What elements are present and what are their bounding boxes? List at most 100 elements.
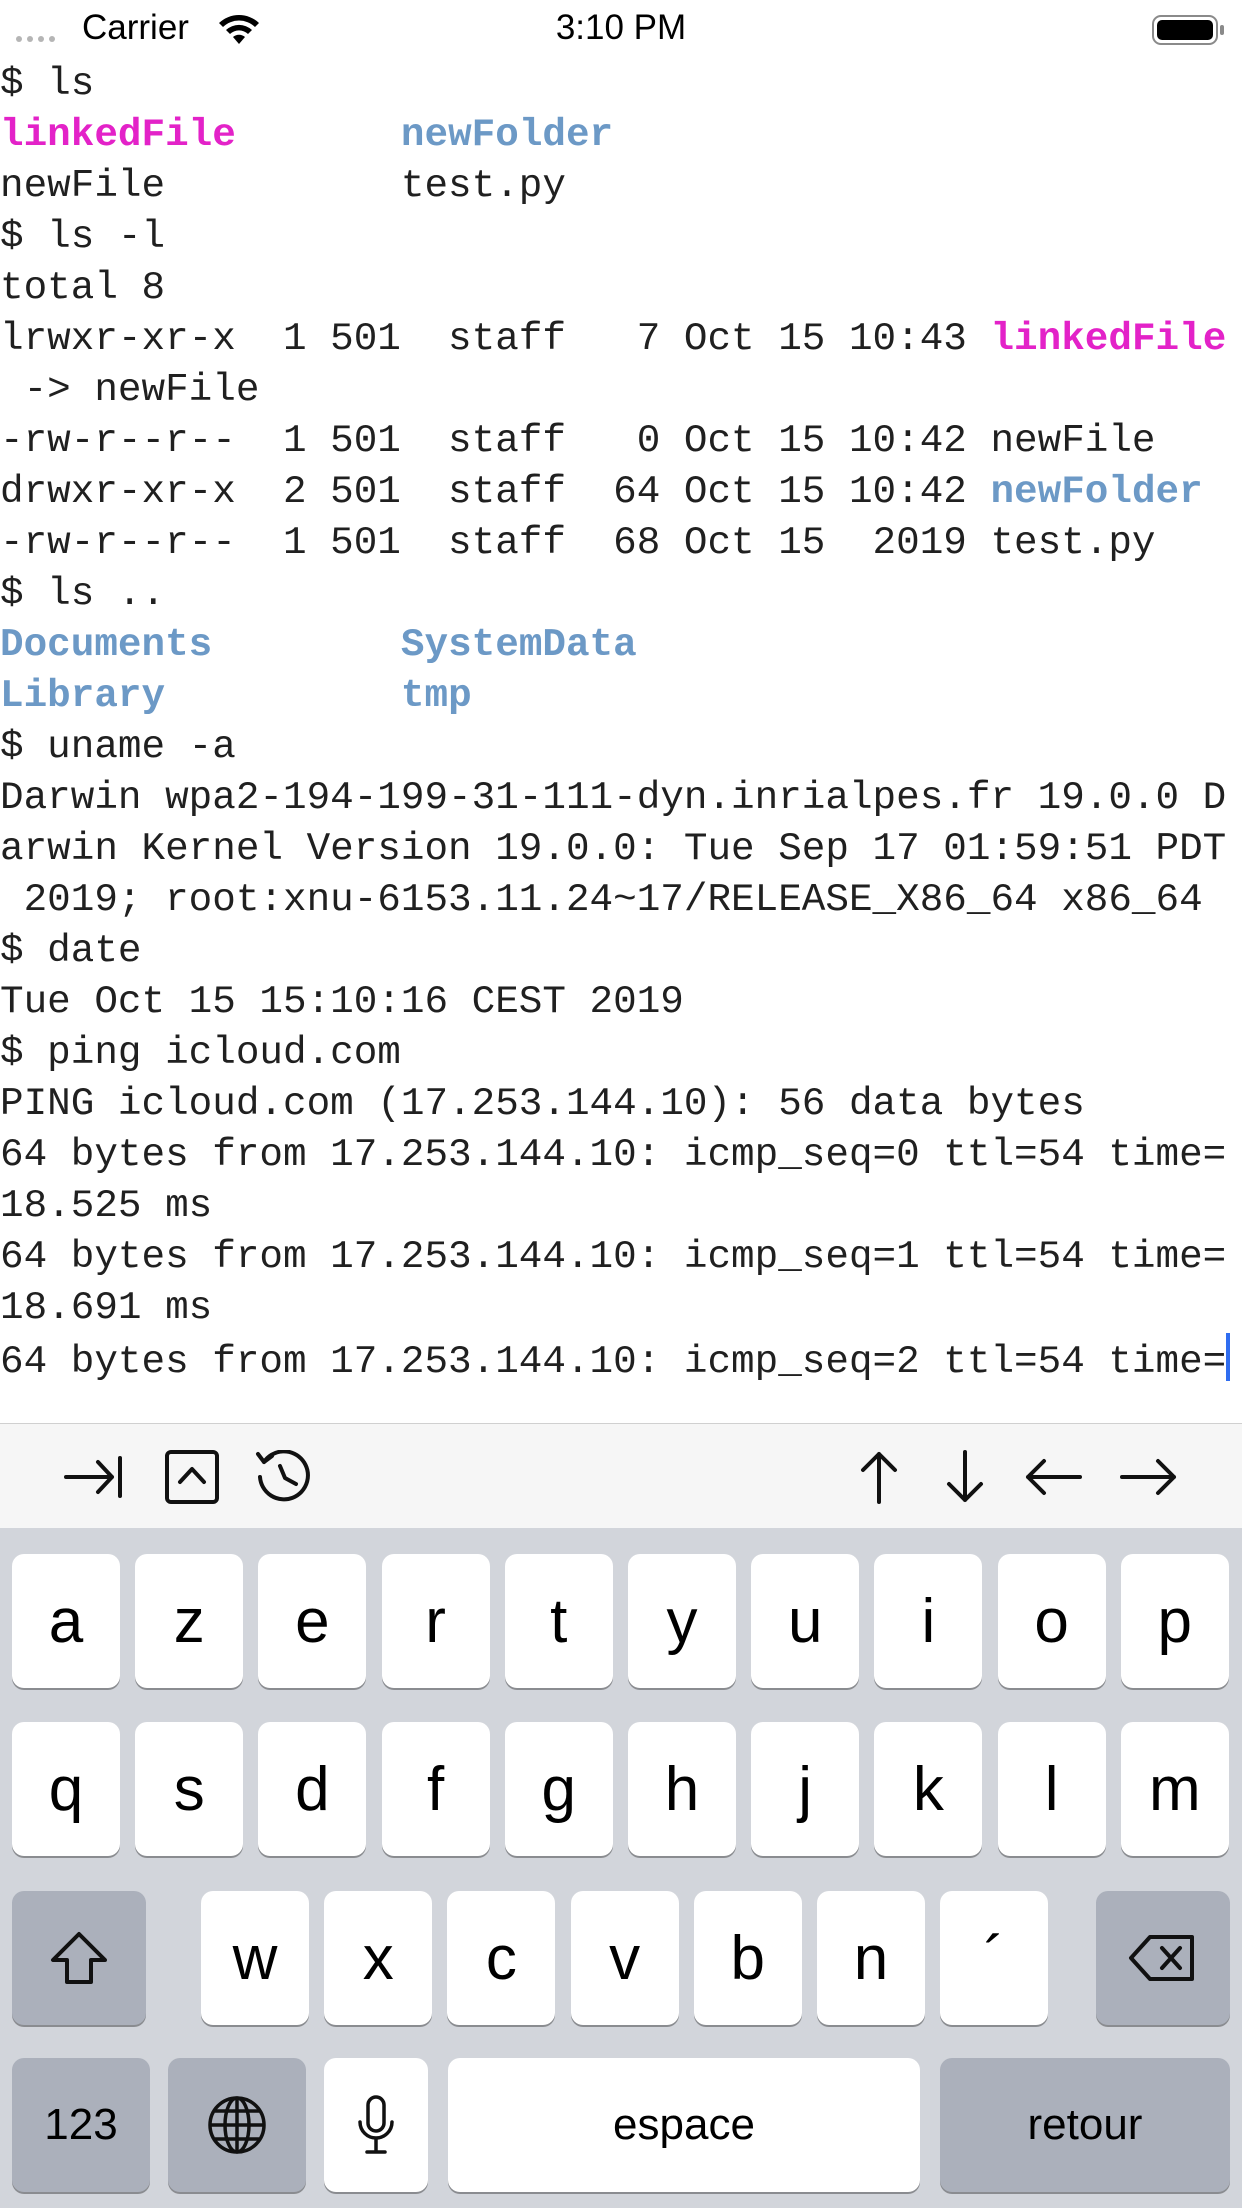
terminal-text: 64 bytes from 17.253.144.10: icmp_seq=0 … — [0, 1132, 1227, 1177]
keyboard: 123 espace retour azertyuiop qsdfghjklm wx… — [0, 1528, 1242, 2208]
terminal-line: -rw-r--r-- 1 501 staff 0 Oct 15 10:42 ne… — [0, 415, 1242, 466]
terminal-text: $ ls .. — [0, 571, 166, 616]
terminal-text: PING icloud.com (17.253.144.10): 56 data… — [0, 1081, 1085, 1126]
key-w[interactable]: w — [201, 1891, 309, 2025]
terminal-line: $ ls -l — [0, 211, 1242, 262]
terminal-text: 64 bytes from 17.253.144.10: icmp_seq=2 … — [0, 1339, 1227, 1384]
terminal-line: 2019; root:xnu-6153.11.24~17/RELEASE_X86… — [0, 874, 1242, 925]
arrow-right-icon[interactable] — [1118, 1450, 1178, 1504]
numbers-key[interactable]: 123 — [12, 2058, 150, 2192]
key-c[interactable]: c — [447, 1891, 556, 2025]
terminal-line: $ uname -a — [0, 721, 1242, 772]
key-k[interactable]: k — [874, 1722, 983, 1856]
terminal-text: Tue Oct 15 15:10:16 CEST 2019 — [0, 979, 684, 1024]
key-l[interactable]: l — [997, 1722, 1106, 1856]
key-z[interactable]: z — [135, 1554, 244, 1688]
terminal-text: 18.691 ms — [0, 1285, 213, 1330]
terminal-line: total 8 — [0, 262, 1242, 313]
terminal-line: $ ls .. — [0, 568, 1242, 619]
text-cursor — [1226, 1333, 1231, 1381]
terminal-text: total 8 — [0, 265, 166, 310]
key-a[interactable]: a — [12, 1554, 120, 1688]
key-d[interactable]: d — [258, 1722, 367, 1856]
terminal-text: $ uname -a — [0, 724, 236, 769]
directory-name: tmp — [400, 673, 472, 718]
key-h[interactable]: h — [628, 1722, 736, 1856]
terminal-text: Darwin wpa2-194-199-31-111-dyn.inrialpes… — [0, 775, 1227, 820]
terminal-text: $ date — [0, 928, 142, 973]
terminal-line: PING icloud.com (17.253.144.10): 56 data… — [0, 1078, 1242, 1129]
arrow-left-icon[interactable] — [1024, 1450, 1084, 1504]
shift-key[interactable] — [12, 1891, 146, 2025]
terminal-line: 18.525 ms — [0, 1180, 1242, 1231]
key-n[interactable]: n — [817, 1891, 925, 2025]
key-j[interactable]: j — [751, 1722, 860, 1856]
terminal-line: $ ls — [0, 58, 1242, 109]
terminal-line: -rw-r--r-- 1 501 staff 68 Oct 15 2019 te… — [0, 517, 1242, 568]
globe-icon — [208, 2096, 266, 2154]
key-g[interactable]: g — [504, 1722, 613, 1856]
terminal-text: 18.525 ms — [0, 1183, 213, 1228]
terminal-text: newFile test.py — [0, 163, 566, 208]
arrow-up-icon[interactable] — [849, 1450, 909, 1504]
key-m[interactable]: m — [1120, 1722, 1229, 1856]
terminal-line: $ date — [0, 925, 1242, 976]
tab-icon[interactable] — [64, 1450, 124, 1504]
key-y[interactable]: y — [628, 1554, 736, 1688]
terminal-line: -> newFile — [0, 364, 1242, 415]
terminal-text: -rw-r--r-- 1 501 staff 68 Oct 15 2019 te… — [0, 520, 1156, 565]
key-b[interactable]: b — [693, 1891, 802, 2025]
terminal-text: $ ls -l — [0, 214, 166, 259]
key-q[interactable]: q — [12, 1722, 120, 1856]
terminal-line: 64 bytes from 17.253.144.10: icmp_seq=0 … — [0, 1129, 1242, 1180]
delete-key[interactable] — [1096, 1891, 1230, 2025]
terminal-line: $ ping icloud.com — [0, 1027, 1242, 1078]
key-i[interactable]: i — [874, 1554, 983, 1688]
terminal-text: drwxr-xr-x 2 501 staff 64 Oct 15 10:42 — [0, 469, 991, 514]
terminal-line: lrwxr-xr-x 1 501 staff 7 Oct 15 10:43 li… — [0, 313, 1242, 364]
terminal-text: 2019; root:xnu-6153.11.24~17/RELEASE_X86… — [0, 877, 1203, 922]
key-o[interactable]: o — [997, 1554, 1106, 1688]
status-time: 3:10 PM — [555, 8, 687, 47]
key-e[interactable]: e — [258, 1554, 367, 1688]
history-icon[interactable] — [254, 1450, 314, 1504]
return-key[interactable]: retour — [940, 2058, 1230, 2192]
key-p[interactable]: p — [1120, 1554, 1229, 1688]
terminal-line: drwxr-xr-x 2 501 staff 64 Oct 15 10:42 n… — [0, 466, 1242, 517]
key-r[interactable]: r — [381, 1554, 490, 1688]
microphone-icon — [358, 2095, 394, 2154]
status-bar: Carrier 3:10 PM — [0, 0, 1242, 60]
backspace-icon — [1129, 1935, 1194, 1981]
arrow-down-icon[interactable] — [935, 1450, 995, 1504]
terminal-text: 64 bytes from 17.253.144.10: icmp_seq=1 … — [0, 1234, 1227, 1279]
terminal-text: $ ls — [0, 61, 95, 106]
shift-icon — [51, 1932, 107, 1984]
control-icon[interactable] — [162, 1450, 222, 1504]
terminal-line: 18.691 ms — [0, 1282, 1242, 1333]
key-s[interactable]: s — [135, 1722, 244, 1856]
key-u[interactable]: u — [751, 1554, 860, 1688]
terminal-line: Darwin wpa2-194-199-31-111-dyn.inrialpes… — [0, 772, 1242, 823]
key-x[interactable]: x — [324, 1891, 433, 2025]
terminal-text: -rw-r--r-- 1 501 staff 0 Oct 15 10:42 ne… — [0, 418, 1156, 463]
key-v[interactable]: v — [570, 1891, 679, 2025]
key-´[interactable]: ´ — [940, 1891, 1049, 2025]
directory-name: newFolder — [990, 469, 1203, 514]
terminal-line: Documents SystemData — [0, 619, 1242, 670]
terminal-output[interactable]: $ ls linkedFile newFolder newFile test.py $… — [0, 58, 1242, 1418]
directory-name: Library — [0, 673, 166, 718]
key-t[interactable]: t — [504, 1554, 613, 1688]
dictation-key[interactable] — [324, 2058, 428, 2192]
symlink-name: linkedFile — [0, 112, 236, 157]
terminal-line: 64 bytes from 17.253.144.10: icmp_seq=1 … — [0, 1231, 1242, 1282]
space-key[interactable]: espace — [448, 2058, 920, 2192]
key-f[interactable]: f — [381, 1722, 490, 1856]
directory-name: newFolder — [400, 112, 614, 157]
terminal-line: Tue Oct 15 15:10:16 CEST 2019 — [0, 976, 1242, 1027]
terminal-text: $ ping icloud.com — [0, 1030, 401, 1075]
globe-key[interactable] — [168, 2058, 306, 2192]
terminal-text: -> newFile — [0, 367, 260, 412]
directory-name: Documents — [0, 622, 213, 667]
